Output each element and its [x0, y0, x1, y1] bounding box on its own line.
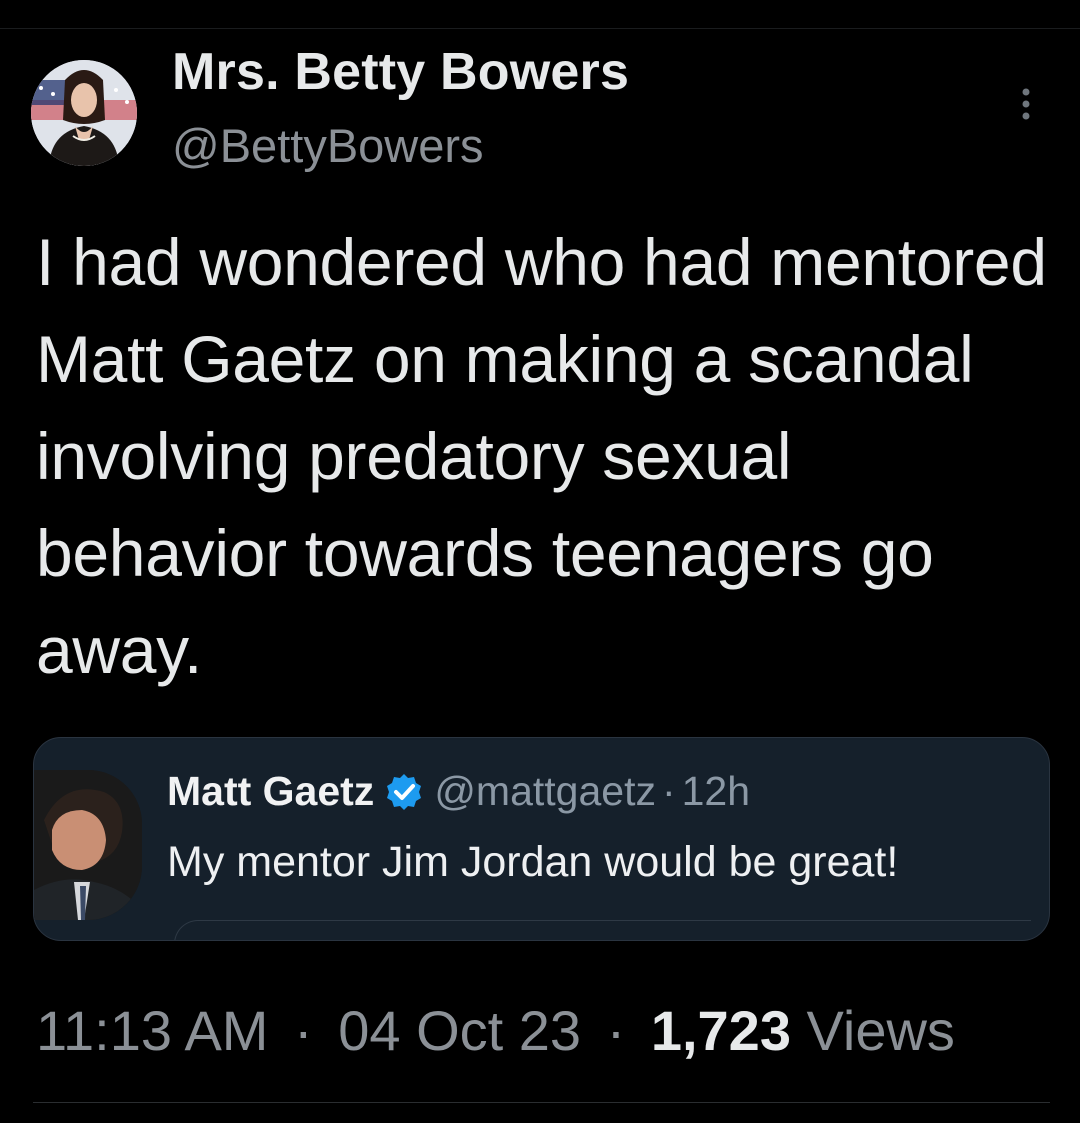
tweet-date[interactable]: 04 Oct 23 — [338, 999, 581, 1062]
quoted-author-name[interactable]: Matt Gaetz — [167, 768, 374, 815]
quoted-media-border — [174, 920, 1031, 940]
quoted-separator: · — [661, 768, 676, 814]
author-display-name[interactable]: Mrs. Betty Bowers — [172, 42, 629, 102]
quoted-timestamp[interactable]: 12h — [682, 768, 750, 815]
tweet-metadata: 11:13 AM · 04 Oct 23 · 1,723 Views — [36, 998, 955, 1063]
verified-badge-icon — [384, 772, 424, 812]
top-divider — [0, 28, 1080, 29]
tweet-text: I had wondered who had mentored Matt Gae… — [36, 225, 1047, 687]
author-avatar[interactable] — [31, 60, 137, 166]
meta-separator: · — [294, 999, 313, 1062]
views-count[interactable]: 1,723 — [651, 999, 791, 1062]
author-handle[interactable]: @BettyBowers — [172, 118, 484, 173]
quoted-author-avatar[interactable] — [34, 770, 142, 920]
quoted-author-handle[interactable]: @mattgaetz — [434, 768, 656, 815]
quoted-tweet-text: My mentor Jim Jordan would be great! — [167, 838, 899, 886]
quoted-tweet-card[interactable]: Matt Gaetz @mattgaetz · 12h My mentor Ji… — [33, 737, 1050, 941]
more-vertical-icon[interactable] — [1012, 86, 1040, 126]
views-label[interactable]: Views — [807, 999, 955, 1062]
quoted-tweet-header: Matt Gaetz @mattgaetz · 12h — [167, 768, 750, 815]
meta-separator: · — [606, 999, 626, 1062]
tweet-time[interactable]: 11:13 AM — [36, 999, 268, 1062]
bottom-divider — [33, 1102, 1050, 1103]
